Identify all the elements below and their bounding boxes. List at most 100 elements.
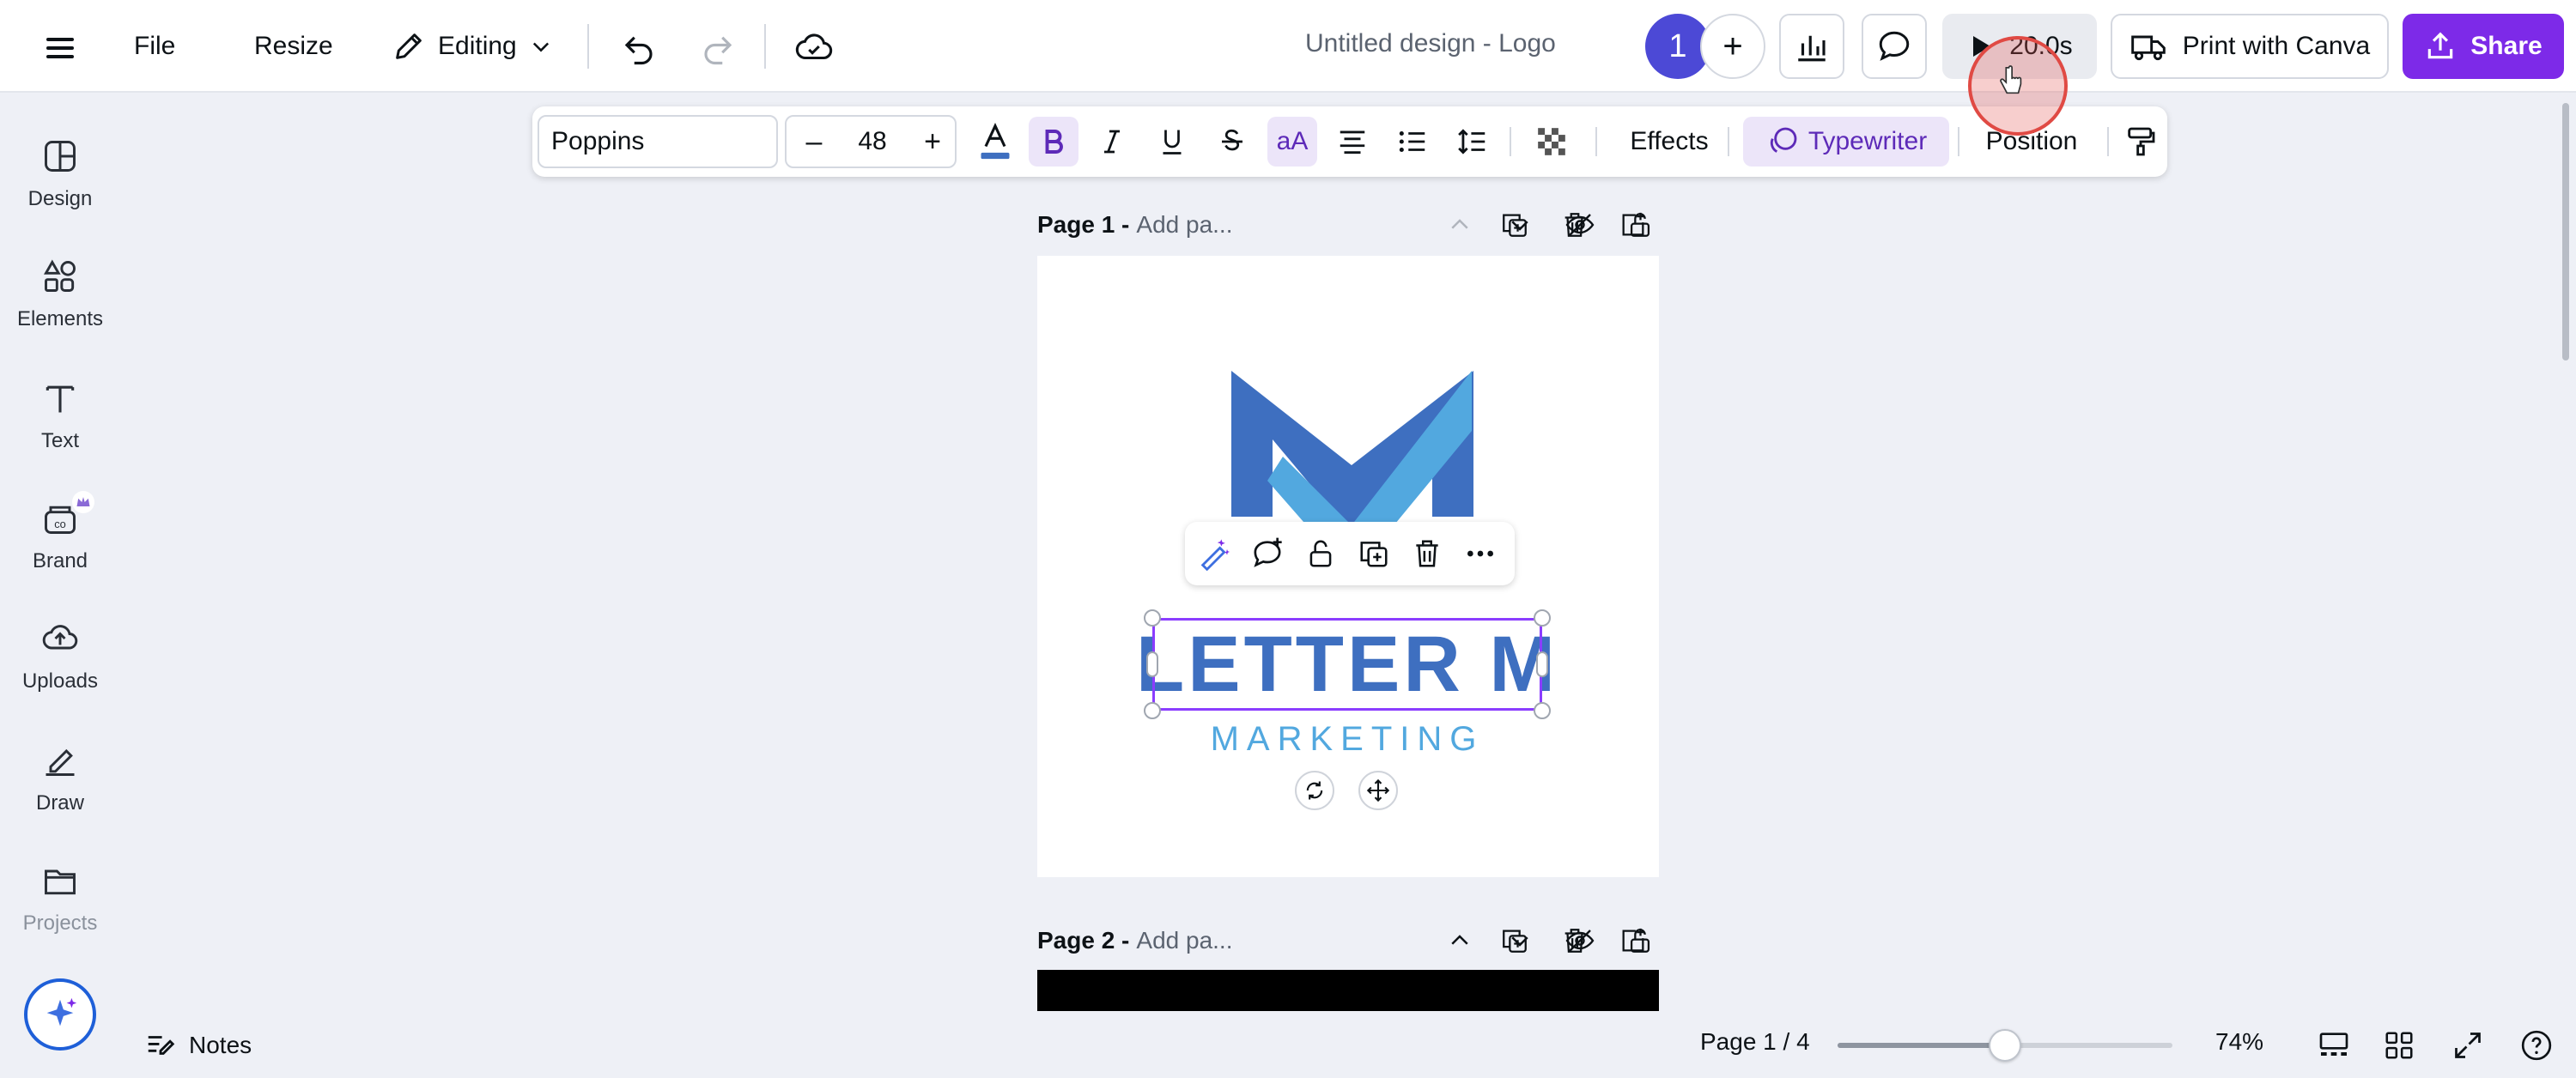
page-title-input[interactable]: Add pa... bbox=[1136, 211, 1232, 239]
comments-button[interactable] bbox=[1862, 14, 1927, 79]
text-color-button[interactable] bbox=[970, 117, 1020, 167]
sidebar-item-design[interactable]: Design bbox=[0, 136, 120, 239]
document-title[interactable]: Untitled design - Logo bbox=[1305, 29, 1556, 58]
sidebar-item-brand[interactable]: co Brand bbox=[0, 491, 120, 601]
resize-handle[interactable] bbox=[1536, 651, 1548, 677]
tagline-text[interactable]: MARKETING bbox=[1152, 718, 1542, 760]
page-counter[interactable]: Page 1 / 4 bbox=[1700, 1028, 1810, 1056]
redo-button[interactable] bbox=[694, 24, 742, 72]
page-up-button[interactable] bbox=[1441, 922, 1479, 960]
animation-icon bbox=[1770, 127, 1797, 153]
resize-label: Resize bbox=[254, 32, 333, 60]
copy-style-button[interactable] bbox=[2116, 117, 2166, 167]
zoom-slider-fill bbox=[1838, 1043, 2005, 1048]
decrease-size-button[interactable]: – bbox=[793, 117, 835, 167]
resize-handle[interactable] bbox=[1144, 702, 1161, 719]
sidebar-item-projects[interactable]: Projects bbox=[0, 860, 120, 963]
align-button[interactable] bbox=[1327, 117, 1377, 167]
magic-write-icon bbox=[1200, 539, 1230, 571]
add-collaborator-button[interactable]: + bbox=[1700, 14, 1765, 79]
delete-page-button[interactable] bbox=[1556, 922, 1594, 960]
page-label: Page 1 - bbox=[1037, 211, 1130, 238]
page-2-canvas[interactable] bbox=[1037, 970, 1659, 1011]
page-title-input[interactable]: Add pa... bbox=[1136, 927, 1232, 954]
uploads-icon bbox=[39, 618, 81, 659]
sidebar-item-draw[interactable]: Draw bbox=[0, 740, 120, 843]
add-comment-button[interactable] bbox=[1247, 533, 1288, 574]
help-button[interactable] bbox=[2514, 1023, 2559, 1068]
zoom-slider[interactable] bbox=[1838, 1029, 2172, 1062]
sidebar-item-label: Draw bbox=[35, 791, 84, 815]
underline-button[interactable] bbox=[1147, 117, 1197, 167]
delete-page-button[interactable] bbox=[1556, 206, 1594, 244]
trash-icon bbox=[1564, 213, 1585, 237]
zoom-level[interactable]: 74% bbox=[2215, 1028, 2263, 1056]
list-button[interactable] bbox=[1388, 117, 1437, 167]
move-icon bbox=[1366, 778, 1390, 802]
sidebar-item-elements[interactable]: Elements bbox=[0, 256, 120, 359]
left-sidebar: Design Elements Text co Brand Uploads Dr… bbox=[0, 94, 120, 1078]
rotate-handle[interactable] bbox=[1295, 771, 1334, 810]
page-actions bbox=[1261, 204, 1656, 245]
resize-handle[interactable] bbox=[1534, 609, 1551, 627]
delete-element-button[interactable] bbox=[1406, 533, 1448, 574]
animate-button[interactable]: Typewriter bbox=[1743, 117, 1949, 167]
strikethrough-button[interactable] bbox=[1207, 117, 1257, 167]
print-with-canva-button[interactable]: Print with Canva bbox=[2111, 14, 2389, 79]
add-page-button[interactable] bbox=[1614, 922, 1652, 960]
duplicate-element-button[interactable] bbox=[1353, 533, 1394, 574]
sidebar-item-text[interactable]: Text bbox=[0, 378, 120, 481]
move-handle[interactable] bbox=[1358, 771, 1398, 810]
magic-assistant-button[interactable] bbox=[24, 978, 96, 1051]
zoom-slider-thumb[interactable] bbox=[1989, 1029, 2021, 1062]
cloud-check-icon bbox=[795, 33, 833, 60]
transparency-button[interactable] bbox=[1527, 117, 1577, 167]
resize-button[interactable]: Resize bbox=[240, 21, 347, 72]
duplicate-page-button[interactable] bbox=[1496, 922, 1534, 960]
save-status-button[interactable] bbox=[790, 24, 838, 72]
resize-handle[interactable] bbox=[1146, 651, 1158, 677]
fullscreen-button[interactable] bbox=[2445, 1023, 2490, 1068]
letter-case-button[interactable]: aA bbox=[1267, 117, 1317, 167]
print-label: Print with Canva bbox=[2182, 32, 2371, 60]
grid-view-button[interactable] bbox=[2377, 1023, 2421, 1068]
font-size-input[interactable]: 48 bbox=[840, 117, 905, 167]
share-label: Share bbox=[2470, 32, 2543, 60]
resize-handle[interactable] bbox=[1144, 609, 1161, 627]
file-menu-button[interactable]: File bbox=[120, 21, 189, 72]
notes-icon bbox=[148, 1036, 175, 1055]
lock-element-button[interactable] bbox=[1300, 533, 1341, 574]
magic-edit-button[interactable] bbox=[1194, 533, 1235, 574]
increase-size-button[interactable]: + bbox=[912, 117, 953, 167]
insights-button[interactable] bbox=[1779, 14, 1844, 79]
page-1-canvas[interactable]: LETTER M MARKETING bbox=[1037, 256, 1659, 877]
resize-handle[interactable] bbox=[1534, 702, 1551, 719]
notes-button[interactable]: Notes bbox=[144, 1023, 252, 1068]
italic-button[interactable] bbox=[1087, 117, 1137, 167]
effects-button[interactable]: Effects bbox=[1618, 117, 1721, 167]
elements-icon bbox=[39, 256, 81, 297]
spacing-button[interactable] bbox=[1448, 117, 1498, 167]
editing-mode-button[interactable]: Editing bbox=[378, 21, 567, 72]
file-label: File bbox=[134, 32, 176, 60]
add-page-button[interactable] bbox=[1614, 206, 1652, 244]
bold-button[interactable] bbox=[1029, 117, 1078, 167]
line-spacing-icon bbox=[1458, 129, 1485, 154]
expand-icon bbox=[2455, 1033, 2481, 1058]
duplicate-page-button[interactable] bbox=[1496, 206, 1534, 244]
underline-icon bbox=[1163, 130, 1182, 154]
menu-icon[interactable] bbox=[38, 26, 82, 70]
vertical-scrollbar[interactable] bbox=[2562, 103, 2569, 360]
undo-button[interactable] bbox=[615, 24, 663, 72]
divider bbox=[1510, 127, 1511, 156]
font-family-select[interactable]: Poppins bbox=[538, 115, 778, 168]
strikethrough-icon bbox=[1222, 129, 1242, 151]
divider bbox=[1728, 127, 1729, 156]
share-button[interactable]: Share bbox=[2403, 14, 2564, 79]
more-options-button[interactable] bbox=[1460, 533, 1501, 574]
page-up-button[interactable] bbox=[1441, 206, 1479, 244]
comment-plus-icon bbox=[1254, 537, 1282, 567]
editing-label: Editing bbox=[438, 32, 517, 60]
thumbnail-view-button[interactable] bbox=[2312, 1023, 2356, 1068]
sidebar-item-uploads[interactable]: Uploads bbox=[0, 618, 120, 721]
